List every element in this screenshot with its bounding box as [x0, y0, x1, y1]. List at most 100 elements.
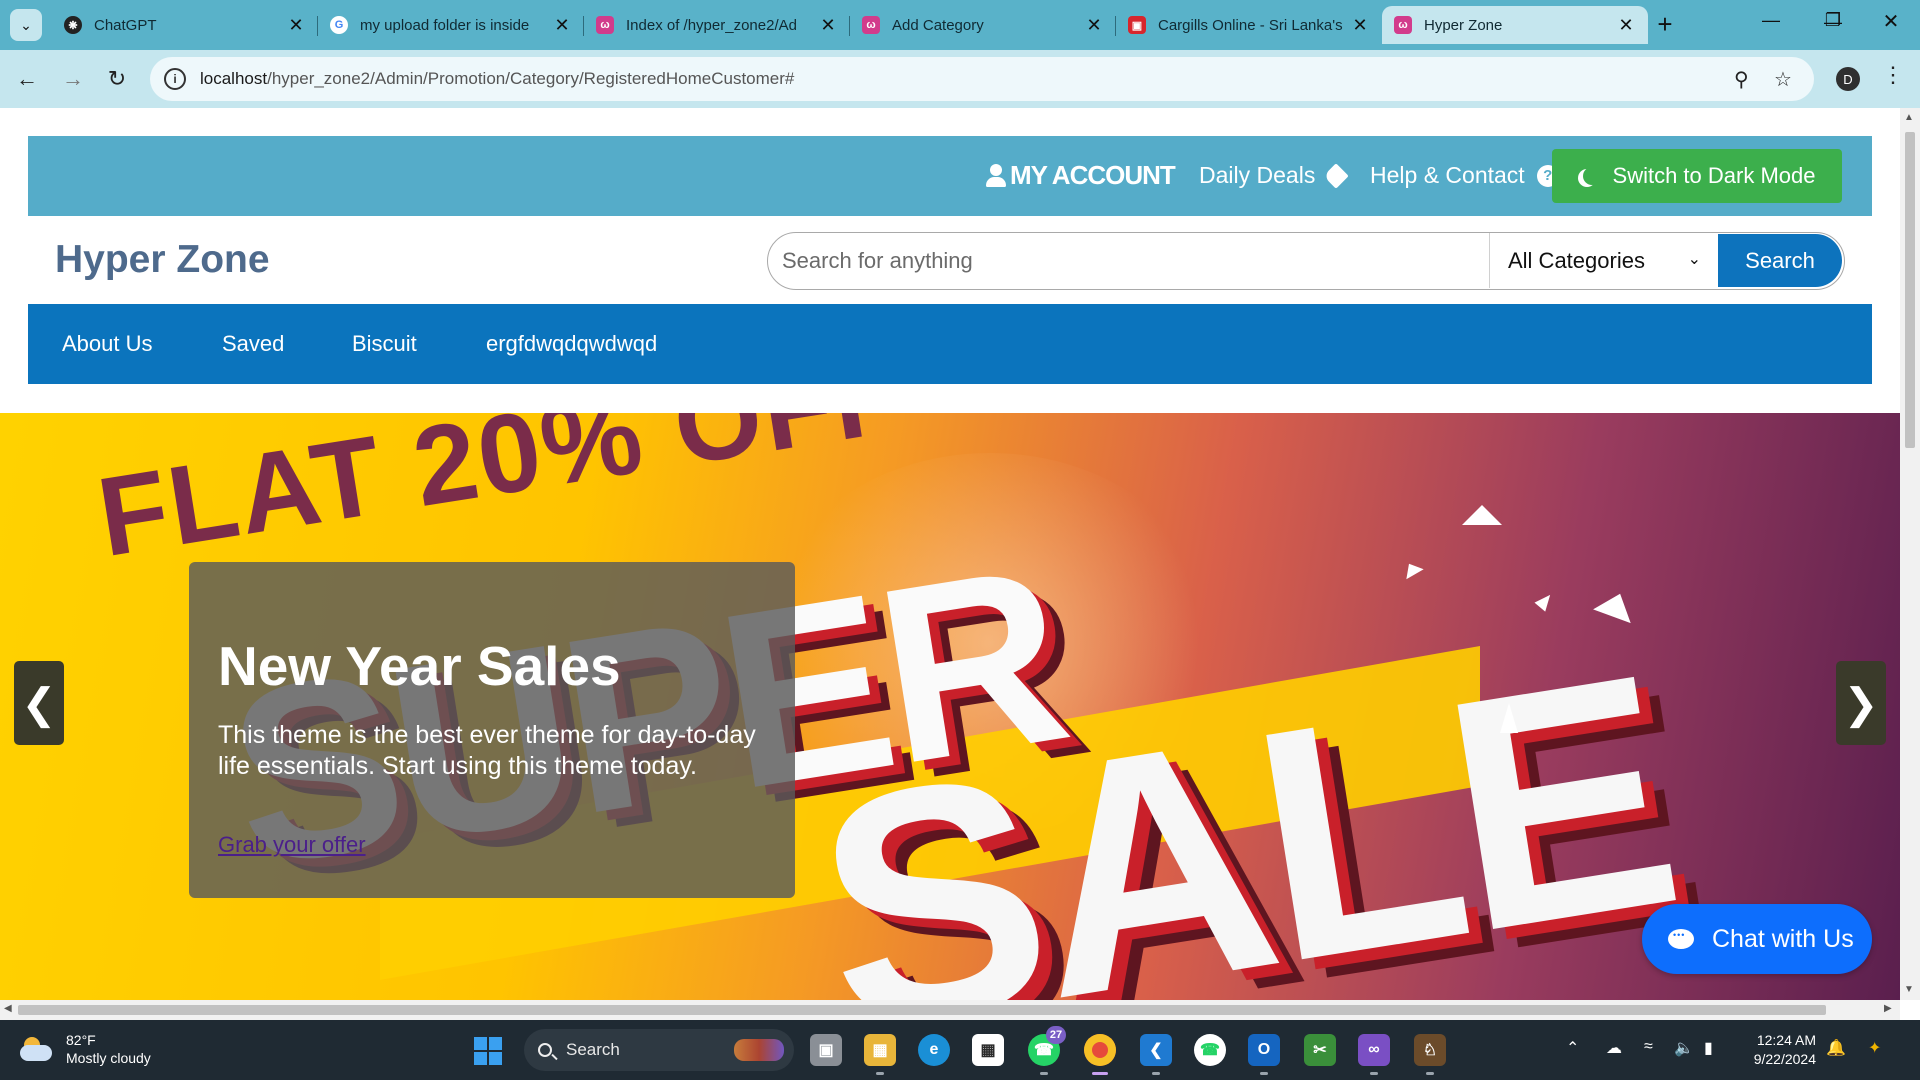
forward-arrow-icon[interactable]: → — [58, 66, 88, 92]
search-button[interactable]: Search — [1718, 234, 1842, 287]
edge-browser-icon[interactable]: e — [918, 1034, 950, 1066]
nav-item-biscuit[interactable]: Biscuit — [352, 331, 417, 357]
confetti-shape — [1400, 558, 1424, 580]
tab-add-category[interactable]: ω Add Category ✕ — [850, 6, 1116, 44]
chrome-icon[interactable] — [1084, 1034, 1116, 1075]
minimize-window-icon[interactable]: — — [1756, 10, 1786, 31]
scroll-down-arrow-icon[interactable]: ▼ — [1904, 984, 1914, 995]
help-contact-link[interactable]: Help & Contact ? — [1370, 162, 1559, 189]
my-account-link[interactable]: MY ACCOUNT — [986, 160, 1176, 191]
confetti-shape — [1462, 505, 1502, 525]
vertical-scrollbar[interactable]: ▲ ▼ — [1900, 108, 1920, 1000]
whatsapp-icon[interactable]: ☎ 27 — [1028, 1026, 1066, 1075]
xampp-icon: ω — [862, 16, 880, 34]
outlook-icon[interactable]: O — [1248, 1034, 1280, 1075]
microsoft-store-icon[interactable]: ▦ — [972, 1034, 1004, 1066]
tab-chatgpt[interactable]: ❋ ChatGPT ✕ — [52, 6, 318, 44]
tab-hyper-zone[interactable]: ω Hyper Zone ✕ — [1382, 6, 1648, 44]
clock-date: 9/22/2024 — [1753, 1051, 1816, 1067]
restore-window-icon-visible[interactable]: ❐ — [1818, 10, 1848, 31]
dark-mode-label: Switch to Dark Mode — [1612, 163, 1816, 188]
search-input[interactable] — [768, 233, 1488, 288]
close-tab-icon[interactable]: ✕ — [818, 15, 838, 36]
chevron-down-icon: ⌄ — [1687, 251, 1701, 268]
xampp-icon: ω — [596, 16, 614, 34]
speaker-muted-icon[interactable]: 🔈 — [1674, 1038, 1694, 1058]
tab-google-search[interactable]: G my upload folder is inside ✕ — [318, 6, 584, 44]
close-tab-icon[interactable]: ✕ — [1616, 15, 1636, 36]
horizontal-scroll-thumb[interactable] — [18, 1005, 1826, 1015]
site-info-icon[interactable]: i — [164, 68, 186, 90]
tab-title: Add Category — [892, 16, 984, 34]
daily-deals-label: Daily Deals — [1199, 162, 1316, 188]
nav-item-saved[interactable]: Saved — [222, 331, 284, 357]
visual-studio-icon[interactable]: ∞ — [1358, 1034, 1390, 1075]
weather-widget[interactable]: 82°F Mostly cloudy — [20, 1031, 151, 1067]
nav-item-ergfdwqdqwdwqd[interactable]: ergfdwqdqwdwqd — [486, 331, 657, 357]
scroll-left-arrow-icon[interactable]: ◀ — [4, 1003, 12, 1014]
file-explorer-icon[interactable]: ▦ — [864, 1034, 896, 1075]
chat-with-us-button[interactable]: Chat with Us — [1642, 904, 1872, 974]
snipping-tool-icon[interactable]: ✂ — [1304, 1034, 1336, 1066]
onedrive-icon[interactable]: ☁ — [1606, 1038, 1622, 1058]
category-select[interactable]: All Categories ⌄ — [1489, 233, 1713, 288]
whatsapp-web-icon[interactable]: ☎ — [1194, 1034, 1226, 1066]
close-tab-icon[interactable]: ✕ — [286, 15, 306, 36]
tab-index-of[interactable]: ω Index of /hyper_zone2/Ad ✕ — [584, 6, 850, 44]
close-tab-icon[interactable]: ✕ — [552, 15, 572, 36]
tab-search-menu-button[interactable]: ⌄ — [10, 9, 42, 41]
chatgpt-icon: ❋ — [64, 16, 82, 34]
show-hidden-icons-chevron-icon[interactable]: ⌃ — [1566, 1038, 1579, 1058]
task-view-icon[interactable]: ▣ — [810, 1034, 842, 1066]
address-bar[interactable]: i localhost/hyper_zone2/Admin/Promotion/… — [150, 57, 1814, 101]
cargills-icon: ▣ — [1128, 16, 1146, 34]
site-logo[interactable]: Hyper Zone — [55, 238, 270, 282]
carousel-prev-button[interactable]: ❮ — [14, 661, 64, 745]
close-tab-icon[interactable]: ✕ — [1350, 15, 1370, 36]
notification-badge: 27 — [1046, 1026, 1066, 1044]
notification-bell-icon[interactable]: 🔔 — [1826, 1038, 1846, 1058]
profile-avatar[interactable]: D — [1836, 67, 1860, 91]
close-tab-icon[interactable]: ✕ — [1084, 15, 1104, 36]
zoom-icon[interactable]: ⚲ — [1734, 67, 1749, 92]
horizontal-scrollbar[interactable]: ◀ ▶ — [0, 1000, 1900, 1020]
browser-menu-icon[interactable]: ⋮ — [1882, 62, 1904, 88]
vscode-icon[interactable]: ❮ — [1140, 1034, 1172, 1075]
grab-offer-link[interactable]: Grab your offer — [218, 832, 366, 858]
close-window-icon[interactable]: ✕ — [1876, 9, 1906, 34]
cloudy-weather-icon — [20, 1037, 54, 1061]
battery-icon[interactable]: ▮ — [1704, 1038, 1713, 1058]
user-icon — [986, 163, 1006, 188]
wifi-icon[interactable]: ≈ — [1644, 1038, 1653, 1056]
reload-icon[interactable]: ↻ — [102, 66, 132, 92]
weather-desc: Mostly cloudy — [66, 1050, 151, 1066]
tab-list: ❋ ChatGPT ✕ G my upload folder is inside… — [52, 6, 1648, 44]
new-tab-button[interactable]: + — [1650, 10, 1680, 38]
back-arrow-icon[interactable]: ← — [12, 66, 42, 92]
dark-mode-toggle-button[interactable]: Switch to Dark Mode — [1552, 149, 1842, 203]
bookmark-star-icon[interactable]: ☆ — [1774, 67, 1792, 92]
daily-deals-link[interactable]: Daily Deals — [1199, 162, 1350, 189]
taskbar-clock[interactable]: 12:24 AM 9/22/2024 — [1744, 1031, 1816, 1069]
nav-item-about-us[interactable]: About Us — [62, 331, 153, 357]
clock-time: 12:24 AM — [1756, 1032, 1816, 1048]
tab-cargills[interactable]: ▣ Cargills Online - Sri Lanka's ✕ — [1116, 6, 1382, 44]
hero-carousel: FLAT 20% OFF SUPER SALE New Year Sales T… — [0, 413, 1900, 1000]
browser-tabstrip: ⌄ ❋ ChatGPT ✕ G my upload folder is insi… — [0, 0, 1920, 50]
category-nav: About Us Saved Biscuit ergfdwqdqwdwqd — [28, 304, 1872, 384]
windows-start-icon[interactable] — [474, 1037, 502, 1065]
top-bar: MY ACCOUNT Daily Deals Help & Contact ? … — [28, 136, 1872, 216]
xampp-icon: ω — [1394, 16, 1412, 34]
browser-toolbar: ← → ↻ i localhost/hyper_zone2/Admin/Prom… — [0, 50, 1920, 108]
game-app-icon[interactable]: ♘ — [1414, 1034, 1446, 1075]
taskbar-search[interactable]: Search — [524, 1029, 794, 1071]
caption-title: New Year Sales — [218, 635, 621, 697]
scroll-right-arrow-icon[interactable]: ▶ — [1884, 1003, 1892, 1014]
scroll-up-arrow-icon[interactable]: ▲ — [1904, 112, 1914, 123]
carousel-next-button[interactable]: ❯ — [1836, 661, 1886, 745]
vertical-scroll-thumb[interactable] — [1905, 132, 1915, 448]
my-account-label: MY ACCOUNT — [1010, 160, 1176, 190]
copilot-icon[interactable]: ✦ — [1868, 1038, 1881, 1058]
search-icon — [538, 1043, 552, 1057]
caption-text: This theme is the best ever theme for da… — [218, 721, 756, 780]
